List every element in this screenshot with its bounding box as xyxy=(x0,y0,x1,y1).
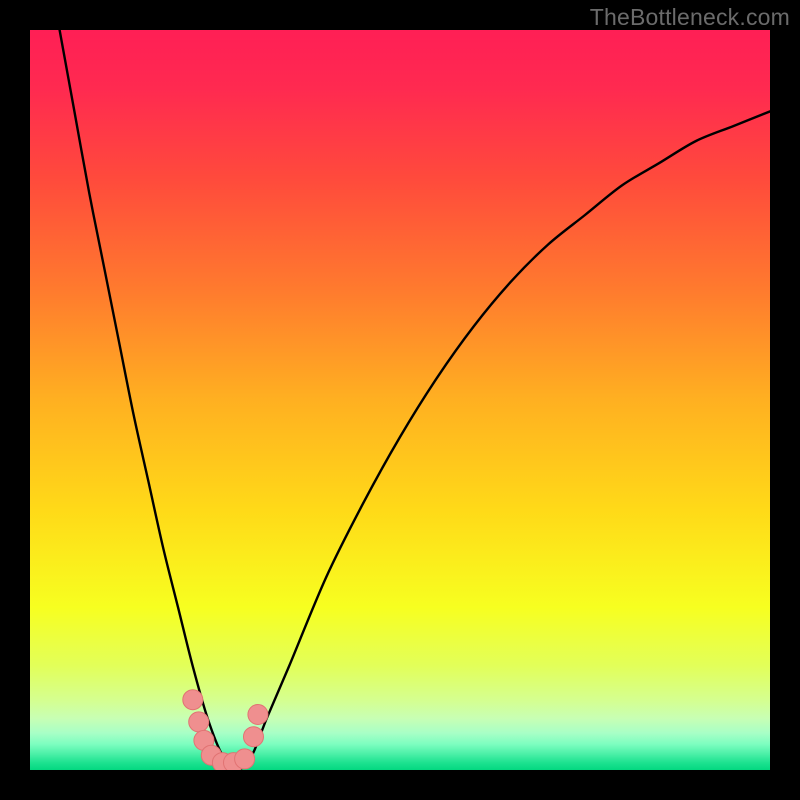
curve-marker xyxy=(189,712,209,732)
curve-marker xyxy=(243,727,263,747)
curve-marker xyxy=(235,749,255,769)
plot-area xyxy=(30,30,770,770)
chart-frame: TheBottleneck.com xyxy=(0,0,800,800)
gradient-background xyxy=(30,30,770,770)
bottleneck-chart xyxy=(30,30,770,770)
curve-marker xyxy=(248,705,268,725)
curve-marker xyxy=(183,690,203,710)
watermark-text: TheBottleneck.com xyxy=(590,4,790,31)
